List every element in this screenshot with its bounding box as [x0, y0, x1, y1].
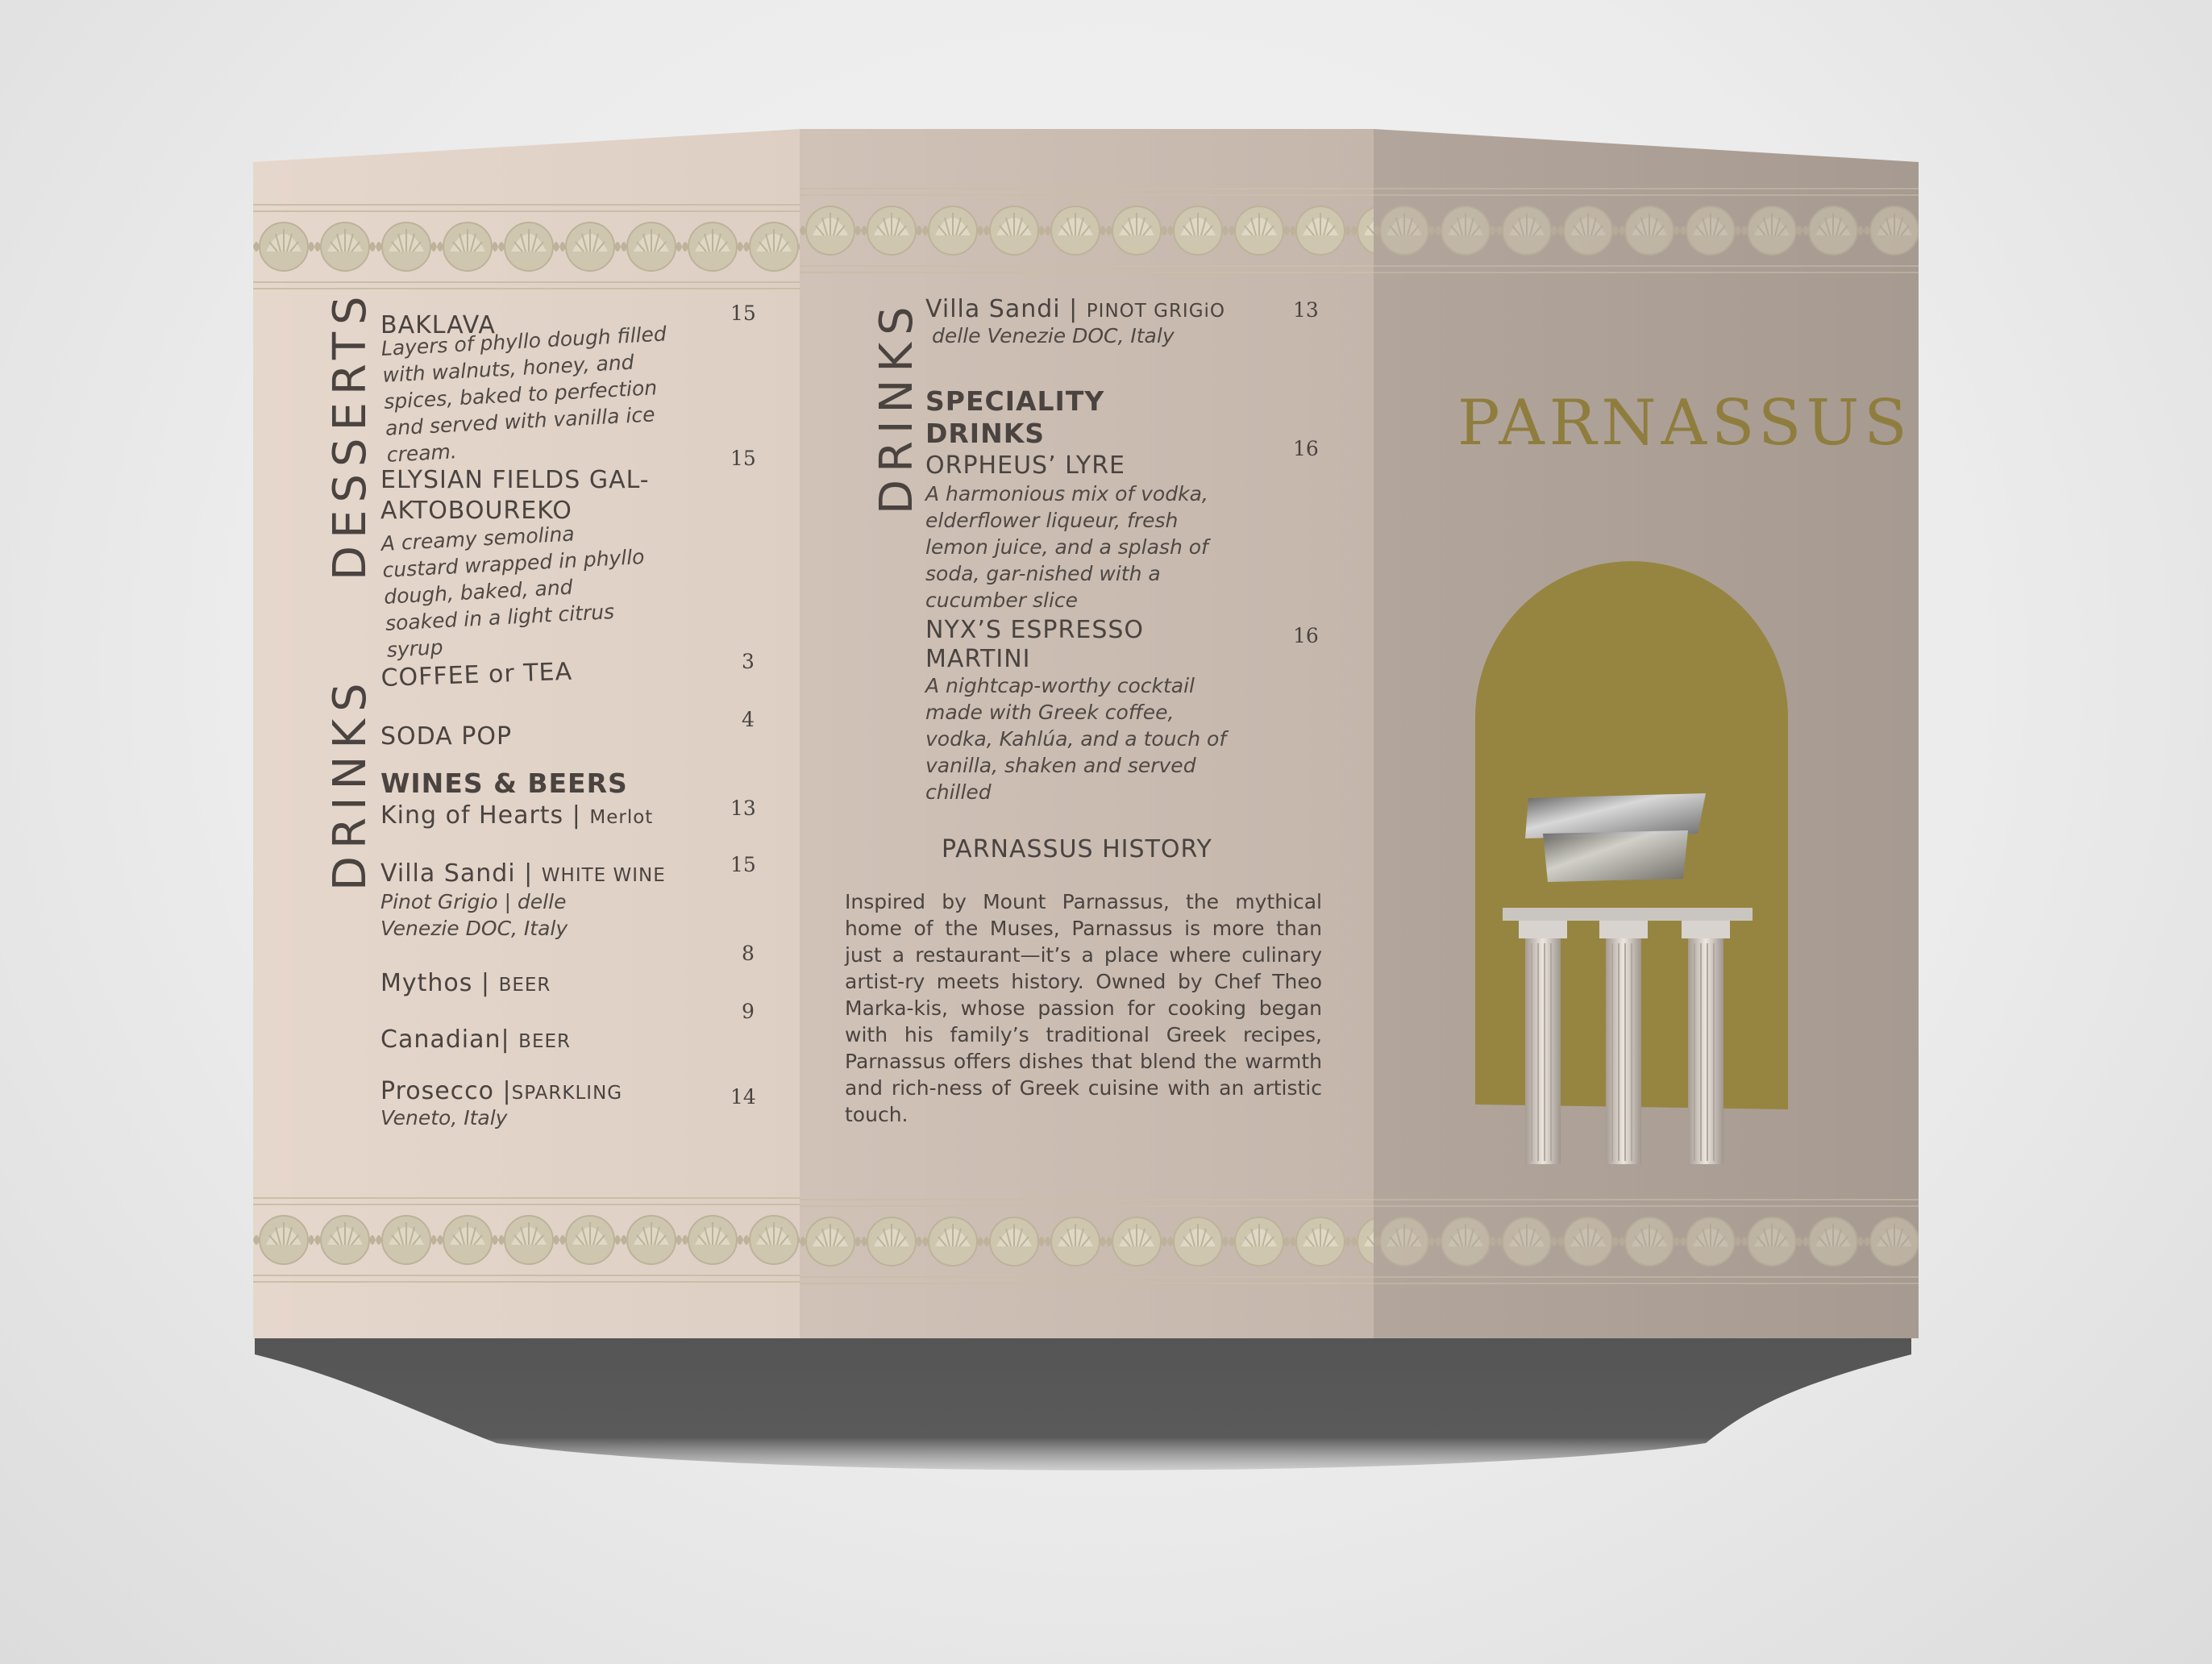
king-of-hearts-name: King of Hearts | Merlot: [380, 801, 653, 830]
baklava-desc: Layers of phyllo dough filled with walnu…: [380, 322, 667, 467]
mythos-name: Mythos | BEER: [380, 969, 551, 997]
orpheus-desc: A harmonious mix of vodka, elderflower l…: [925, 482, 1208, 612]
villa-sandi-pinot-name: Villa Sandi | PINOT GRIGiO: [925, 295, 1225, 323]
galaktoboureko-name-1: ELYSIAN FIELDS GAL-: [380, 466, 650, 494]
mythos-type: BEER: [498, 975, 551, 996]
villa-sandi-pinot-type: PINOT GRIGiO: [1086, 301, 1226, 322]
ornamental-border-bottom-icon: [800, 1193, 1374, 1290]
left-panel: DESSERTS DRINKS BAKLAVA 15 Layers of phy…: [253, 129, 800, 1338]
ornamental-border-bottom-icon: [1374, 1193, 1919, 1290]
canadian-price: 9: [742, 1000, 755, 1023]
galaktoboureko-name-2: AKTOBOUREKO: [380, 497, 572, 525]
coffee-name: COFFEE or TEA: [380, 657, 573, 693]
villa-sandi-pinot-desc: delle Venezie DOC, Italy: [932, 324, 1175, 347]
coffee-price: 3: [742, 650, 755, 673]
baklava-price: 15: [730, 302, 756, 325]
mythos-label: Mythos |: [380, 969, 491, 997]
villa-sandi-label: Villa Sandi |: [380, 859, 534, 888]
villa-sandi-price: 15: [730, 853, 756, 876]
galaktoboureko-desc: A creamy semolina custard wrapped in phy…: [380, 522, 646, 662]
desserts-heading: DESSERTS: [324, 289, 376, 580]
middle-panel: DRINKS Villa Sandi | PINOT GRIGiO 13 del…: [800, 129, 1374, 1338]
villa-sandi-type: WHITE WINE: [541, 865, 666, 886]
speciality-heading-2: DRINKS: [925, 418, 1046, 449]
soda-name: SODA POP: [380, 722, 513, 751]
prosecco-label: Prosecco |: [380, 1077, 512, 1105]
nyx-desc: A nightcap-worthy cocktail made with Gre…: [925, 674, 1227, 804]
king-of-hearts-label: King of Hearts |: [380, 801, 581, 830]
soda-price: 4: [742, 708, 755, 731]
villa-sandi-desc: Pinot Grigio | delle Venezie DOC, Italy: [380, 890, 568, 940]
history-title: PARNASSUS HISTORY: [942, 835, 1212, 863]
temple-columns-illustration-icon: [1475, 561, 1788, 1164]
king-of-hearts-type: Merlot: [589, 807, 654, 828]
canadian-type: BEER: [518, 1031, 571, 1052]
brochure-shadow: [255, 1338, 1911, 1471]
ornamental-border-top-icon: [1374, 182, 1919, 279]
prosecco-desc: Veneto, Italy: [380, 1106, 508, 1129]
speciality-heading-1: SPECIALITY: [925, 385, 1105, 417]
cover-panel: PARNASSUS: [1374, 129, 1919, 1338]
prosecco-type: SPARKLING: [511, 1083, 623, 1104]
villa-sandi-pinot-label: Villa Sandi |: [925, 295, 1079, 323]
brand-title: PARNASSUS: [1457, 387, 1912, 460]
nyx-price: 16: [1293, 624, 1319, 647]
drinks-heading-middle: DRINKS: [871, 299, 923, 514]
prosecco-name: Prosecco |SPARKLING: [380, 1077, 622, 1105]
galaktoboureko-price: 15: [730, 447, 756, 470]
nyx-name-1: NYX’S ESPRESSO: [925, 616, 1145, 644]
king-of-hearts-price: 13: [730, 797, 756, 820]
orpheus-price: 16: [1293, 437, 1319, 460]
canadian-label: Canadian|: [380, 1025, 510, 1054]
mythos-price: 8: [742, 942, 755, 965]
nyx-name-2: MARTINI: [925, 645, 1031, 673]
canadian-name: Canadian| BEER: [380, 1025, 571, 1054]
ornamental-border-top-icon: [800, 182, 1374, 279]
villa-sandi-name: Villa Sandi | WHITE WINE: [380, 859, 666, 888]
villa-sandi-pinot-price: 13: [1293, 298, 1319, 322]
ornamental-border-top-icon: [253, 198, 800, 295]
prosecco-price: 14: [730, 1085, 756, 1109]
ornamental-border-bottom-icon: [253, 1192, 800, 1288]
wines-beers-heading: WINES & BEERS: [380, 768, 628, 799]
history-text: Inspired by Mount Parnassus, the mythica…: [845, 890, 1322, 1126]
orpheus-name: ORPHEUS’ LYRE: [925, 451, 1125, 480]
drinks-heading: DRINKS: [324, 676, 376, 891]
